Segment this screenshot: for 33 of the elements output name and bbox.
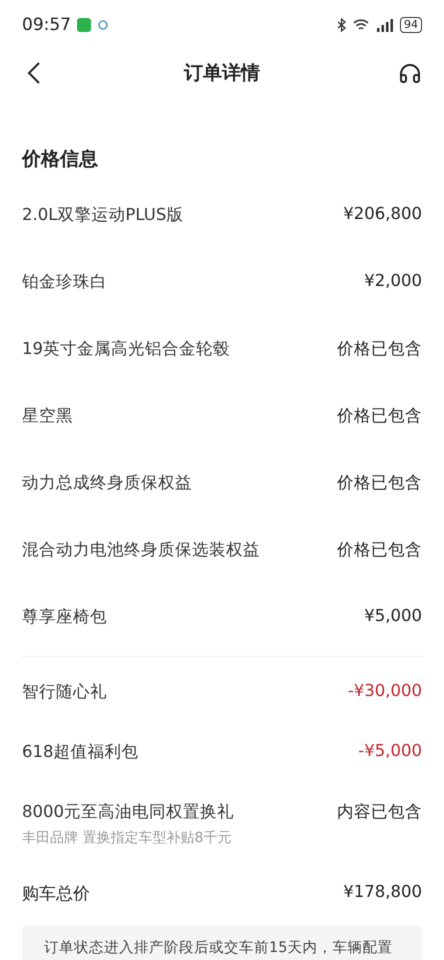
notice-text: 订单状态进入排产阶段后或交车前15天内，车辆配置 [22, 925, 422, 960]
chat-app-icon [77, 18, 91, 32]
item-name: 19英寸金属高光铝合金轮毂 [22, 338, 230, 360]
item-name: 618超值福利包 [22, 741, 138, 763]
item-price: 内容已包含 [337, 801, 422, 823]
item-price: 价格已包含 [337, 338, 422, 360]
item-price: -¥30,000 [348, 681, 422, 700]
item-price: 价格已包含 [337, 405, 422, 427]
item-name: 星空黑 [22, 405, 73, 427]
section-title: 价格信息 [22, 147, 98, 172]
item-name: 8000元至高油电同权置换礼 [22, 801, 234, 823]
item-name: 铂金珍珠白 [22, 271, 107, 293]
item-name: 2.0L双擎运动PLUS版 [22, 204, 184, 226]
total-label: 购车总价 [22, 883, 90, 905]
item-note: 丰田品牌 置换指定车型补贴8千元 [22, 829, 232, 847]
total-price: ¥178,800 [343, 882, 422, 901]
bluetooth-icon [337, 18, 346, 32]
wifi-icon [352, 18, 370, 32]
item-name: 智行随心礼 [22, 681, 107, 703]
item-price: 价格已包含 [337, 539, 422, 561]
item-price: ¥206,800 [343, 204, 422, 223]
item-name: 动力总成终身质保权益 [22, 472, 192, 494]
item-price: -¥5,000 [358, 741, 422, 760]
item-price: 价格已包含 [337, 472, 422, 494]
battery-level: 94 [400, 17, 422, 33]
signal-icon [376, 18, 394, 32]
item-price: ¥2,000 [364, 271, 422, 290]
page-title: 订单详情 [182, 61, 261, 86]
item-name: 尊享座椅包 [22, 606, 107, 628]
back-icon[interactable] [27, 61, 41, 85]
item-price: ¥5,000 [364, 606, 422, 625]
item-name: 混合动力电池终身质保选装权益 [22, 539, 260, 561]
status-time: 09:57 [22, 15, 71, 35]
